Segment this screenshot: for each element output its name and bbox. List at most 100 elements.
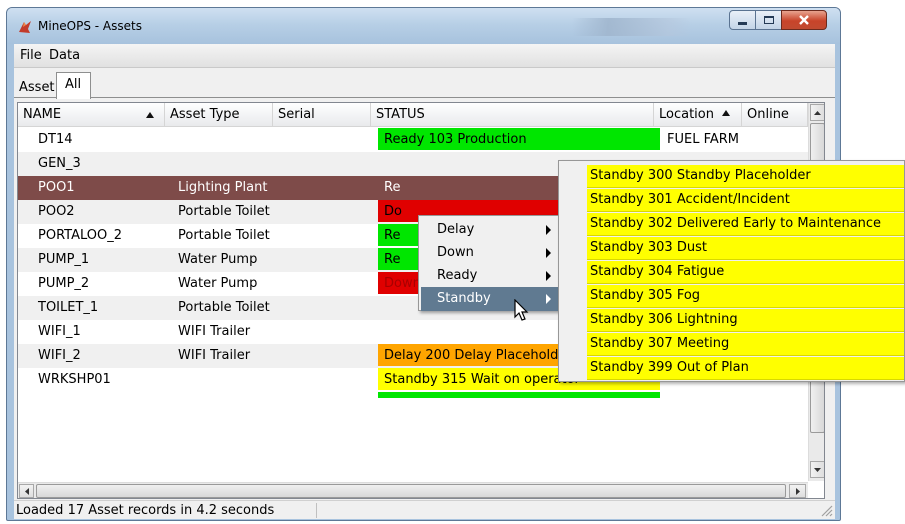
close-button[interactable] xyxy=(781,10,827,30)
column-header-status[interactable]: STATUS xyxy=(371,103,654,127)
sort-ascending-icon xyxy=(146,112,154,118)
context-menu-item-down[interactable]: Down xyxy=(421,241,561,265)
resize-grip-icon[interactable] xyxy=(819,503,833,517)
column-header-asset-type[interactable]: Asset Type xyxy=(165,103,273,127)
context-menu-item-ready[interactable]: Ready xyxy=(421,264,561,288)
context-menu-item-label: Down xyxy=(437,245,474,260)
submenu-item[interactable]: Standby 301 Accident/Incident xyxy=(587,189,904,212)
minimize-icon xyxy=(738,21,747,25)
submenu-item[interactable]: Standby 307 Meeting xyxy=(587,333,904,356)
asset-name-cell: WIFI_2 xyxy=(38,348,81,363)
table-row[interactable]: DT14 FUEL FARM Ready 103 Production xyxy=(18,128,808,152)
column-header-name[interactable]: NAME xyxy=(18,103,165,127)
scroll-up-button[interactable] xyxy=(810,104,824,121)
asset-type-cell: Portable Toilet xyxy=(178,228,270,243)
submenu-item[interactable]: Standby 300 Standby Placeholder xyxy=(587,165,904,188)
asset-type-cell: Water Pump xyxy=(178,276,258,291)
column-header-location[interactable]: Location xyxy=(654,103,742,127)
scroll-right-icon xyxy=(795,487,800,495)
asset-type-cell: WIFI Trailer xyxy=(178,348,251,363)
submenu-item[interactable]: Standby 306 Lightning xyxy=(587,309,904,332)
context-menu: Delay Down Ready Standby xyxy=(418,215,564,311)
table-header: NAME Asset Type Serial STATUS Location O… xyxy=(18,103,808,127)
submenu-arrow-icon xyxy=(546,225,551,235)
scroll-left-button[interactable] xyxy=(19,484,34,498)
horizontal-scroll-thumb[interactable] xyxy=(36,484,786,498)
status-divider xyxy=(316,503,317,518)
asset-name-cell: PORTALOO_2 xyxy=(38,228,122,243)
menu-file[interactable]: File xyxy=(20,48,42,63)
column-header-online[interactable]: Online xyxy=(742,103,808,127)
serial-cell xyxy=(280,152,376,176)
serial-cell xyxy=(280,344,376,368)
context-menu-item-label: Delay xyxy=(437,222,475,237)
asset-name-cell: GEN_3 xyxy=(38,156,81,171)
title-bar-blur xyxy=(572,18,692,36)
status-cell: Re xyxy=(384,252,401,267)
status-cell: Re xyxy=(384,228,401,243)
mine-app-icon xyxy=(19,21,31,33)
tab-asset[interactable]: Asset xyxy=(14,78,59,98)
asset-name-cell: POO1 xyxy=(38,180,75,195)
submenu-item[interactable]: Standby 304 Fatigue xyxy=(587,261,904,284)
submenu-arrow-icon xyxy=(546,294,551,304)
asset-type-cell: Portable Toilet xyxy=(178,204,270,219)
status-cell: Re xyxy=(384,180,401,195)
asset-type-cell: WIFI Trailer xyxy=(178,324,251,339)
submenu-item[interactable]: Standby 399 Out of Plan xyxy=(587,357,904,380)
status-cell: Standby 315 Wait on operator xyxy=(384,372,580,387)
status-color-fill xyxy=(378,392,660,398)
window-title: MineOPS - Assets xyxy=(38,19,142,33)
serial-cell xyxy=(280,224,376,248)
serial-cell xyxy=(280,248,376,272)
serial-cell xyxy=(280,320,376,344)
context-menu-item-standby[interactable]: Standby xyxy=(421,287,561,311)
status-cell: Do xyxy=(384,204,402,219)
serial-cell xyxy=(280,200,376,224)
asset-name-cell: WRKSHP01 xyxy=(38,372,111,387)
close-icon xyxy=(799,15,809,25)
scroll-down-button[interactable] xyxy=(810,461,824,478)
submenu-item[interactable]: Standby 302 Delivered Early to Maintenan… xyxy=(587,213,904,236)
asset-name-cell: DT14 xyxy=(38,132,73,147)
column-header-serial[interactable]: Serial xyxy=(273,103,371,127)
asset-name-cell: PUMP_2 xyxy=(38,276,90,291)
status-bar: Loaded 17 Asset records in 4.2 seconds xyxy=(14,500,835,519)
status-text: Loaded 17 Asset records in 4.2 seconds xyxy=(16,503,275,518)
asset-name-cell: PUMP_1 xyxy=(38,252,90,267)
sort-ascending-icon xyxy=(722,110,731,116)
serial-cell xyxy=(280,296,376,320)
asset-name-cell: TOILET_1 xyxy=(38,300,99,315)
asset-type-cell: Portable Toilet xyxy=(178,300,270,315)
serial-cell xyxy=(280,176,376,200)
asset-type-cell: Water Pump xyxy=(178,252,258,267)
scroll-left-icon xyxy=(24,487,29,495)
asset-type-cell xyxy=(172,128,280,152)
scroll-up-icon xyxy=(814,110,821,115)
scroll-right-button[interactable] xyxy=(789,484,806,498)
asset-type-cell: Lighting Plant xyxy=(178,180,268,195)
context-menu-item-label: Standby xyxy=(437,291,491,306)
tab-all[interactable]: All xyxy=(56,72,92,99)
status-cell: Ready 103 Production xyxy=(384,132,527,147)
scroll-down-icon xyxy=(814,467,821,472)
minimize-button[interactable] xyxy=(729,10,756,30)
tab-strip: Asset All xyxy=(14,72,835,99)
context-menu-item-delay[interactable]: Delay xyxy=(421,218,561,242)
submenu-item[interactable]: Standby 305 Fog xyxy=(587,285,904,308)
serial-cell xyxy=(280,272,376,296)
standby-submenu: Standby 300 Standby Placeholder Standby 3… xyxy=(558,160,905,382)
asset-type-cell xyxy=(172,152,280,176)
title-bar[interactable]: MineOPS - Assets xyxy=(7,8,840,44)
maximize-icon xyxy=(763,16,774,24)
context-menu-item-label: Ready xyxy=(437,268,478,283)
submenu-arrow-icon xyxy=(546,271,551,281)
maximize-button[interactable] xyxy=(755,10,782,30)
submenu-item[interactable]: Standby 303 Dust xyxy=(587,237,904,260)
menu-bar: File Data xyxy=(14,44,835,68)
menu-data[interactable]: Data xyxy=(49,48,80,63)
status-cell: Delay 200 Delay Placeholder xyxy=(384,348,572,363)
asset-type-cell xyxy=(172,368,280,392)
asset-name-cell: POO2 xyxy=(38,204,75,219)
horizontal-scrollbar[interactable] xyxy=(18,482,808,498)
